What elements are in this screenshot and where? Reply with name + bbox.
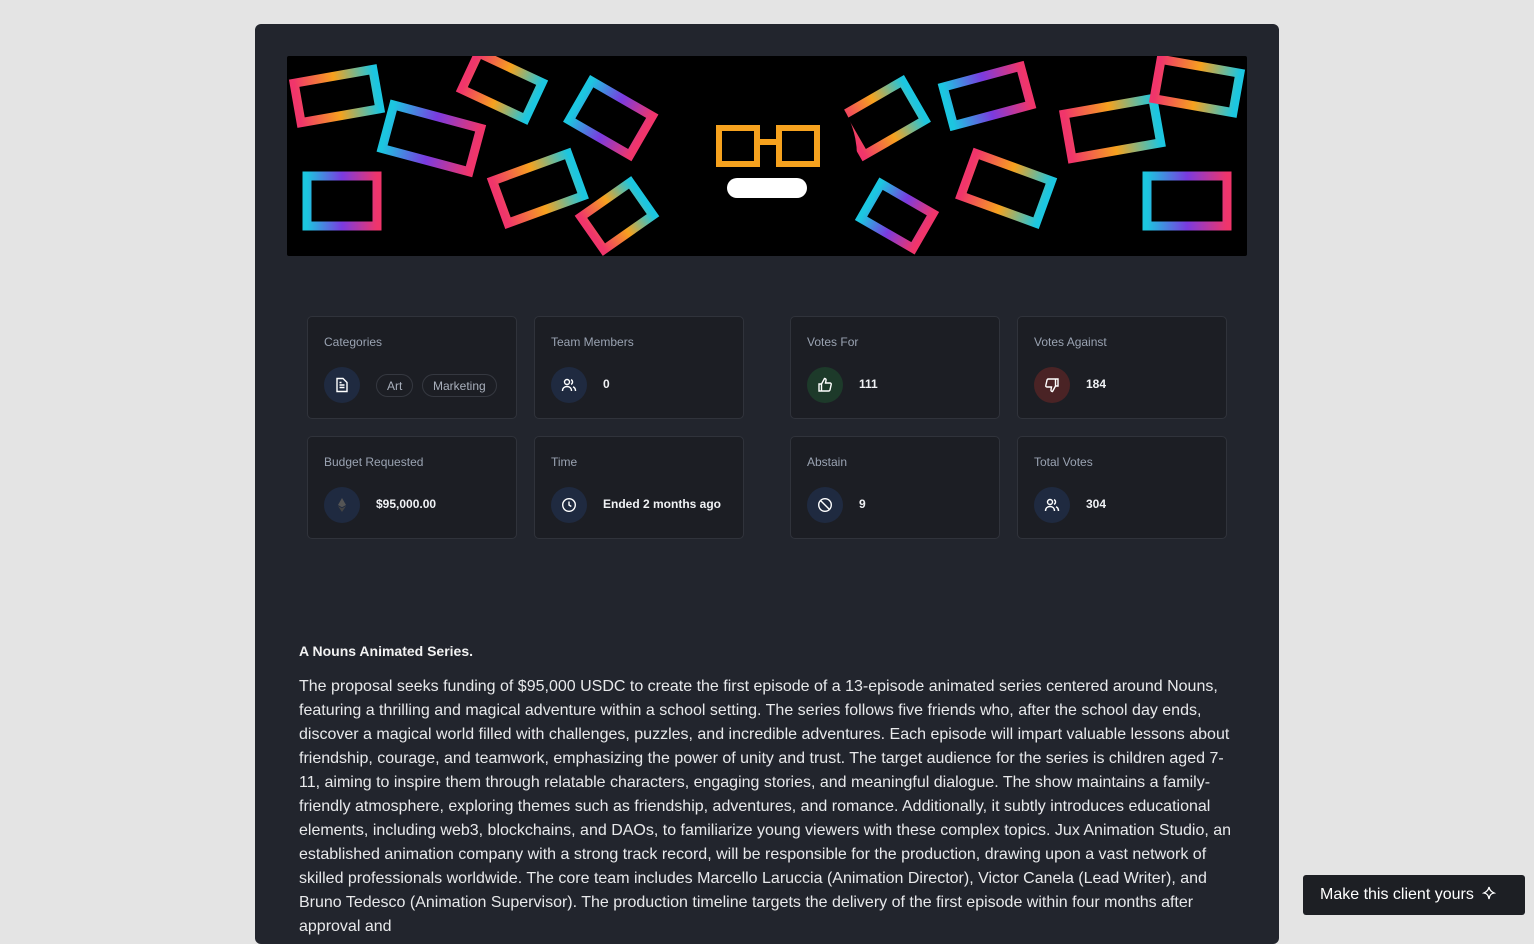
card-label: Categories: [324, 335, 383, 349]
abstain-value: 9: [859, 497, 866, 511]
card-label: Time: [551, 455, 578, 469]
budget-card: Budget Requested $95,000.00: [307, 436, 517, 539]
proposal-title: A Nouns Animated Series.: [299, 643, 474, 659]
thumbs-down-icon: [1034, 367, 1070, 403]
votes-against-card: Votes Against 184: [1017, 316, 1227, 419]
time-card: Time Ended 2 months ago: [534, 436, 744, 539]
votes-for-card: Votes For 111: [790, 316, 1000, 419]
category-chip-marketing[interactable]: Marketing: [422, 374, 497, 397]
thumbs-up-icon: [807, 367, 843, 403]
team-members-value: 0: [603, 377, 610, 391]
categories-card: Categories Art Marketing: [307, 316, 517, 419]
card-label: Team Members: [551, 335, 634, 349]
votes-for-value: 111: [859, 377, 878, 391]
category-chip-art[interactable]: Art: [376, 374, 414, 397]
proposal-description: The proposal seeks funding of $95,000 US…: [299, 678, 1232, 935]
team-members-card: Team Members 0: [534, 316, 744, 419]
card-label: Total Votes: [1034, 455, 1093, 469]
users-icon: [1034, 487, 1070, 523]
nouns-artwork: [288, 56, 1246, 256]
budget-value: $95,000.00: [376, 497, 437, 511]
card-label: Abstain: [807, 455, 848, 469]
make-client-yours-button[interactable]: Make this client yours: [1303, 875, 1525, 915]
total-votes-value: 304: [1086, 497, 1107, 511]
clock-icon: [551, 487, 587, 523]
card-label: Votes For: [807, 335, 859, 349]
card-label: Budget Requested: [324, 455, 424, 469]
document-icon: [324, 367, 360, 403]
total-votes-card: Total Votes 304: [1017, 436, 1227, 539]
proposal-panel: Categories Art Marketing Team Members 0 …: [255, 24, 1279, 944]
proposal-banner-image: [287, 56, 1247, 256]
users-icon: [551, 367, 587, 403]
cta-label: Make this client yours: [1320, 886, 1474, 903]
card-label: Votes Against: [1034, 335, 1107, 349]
sparkle-icon: [1481, 886, 1496, 905]
votes-against-value: 184: [1086, 377, 1107, 391]
abstain-card: Abstain 9: [790, 436, 1000, 539]
time-value: Ended 2 months ago: [603, 497, 722, 511]
ethereum-icon: [324, 487, 360, 523]
ban-icon: [807, 487, 843, 523]
